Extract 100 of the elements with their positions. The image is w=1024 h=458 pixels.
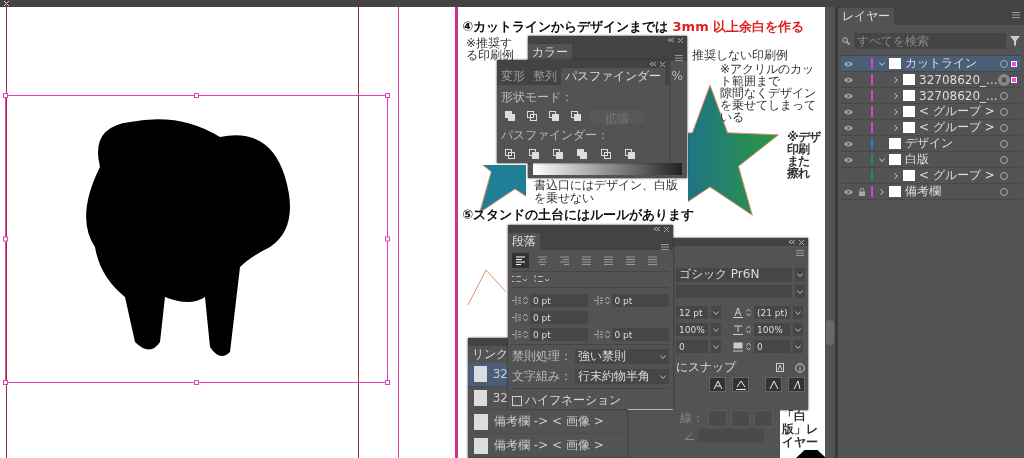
chevron-down-icon[interactable] [879,60,885,67]
close-icon[interactable] [660,61,665,67]
chevron-right-icon[interactable] [893,124,899,131]
hyphenation-checkbox[interactable]: ハイフネーション [508,392,673,409]
layers-tab[interactable]: レイヤー [838,8,894,25]
close-icon[interactable] [799,239,804,245]
collapse-icon[interactable] [654,227,660,231]
chevron-down-icon[interactable] [795,344,801,349]
scrollbar-thumb[interactable] [826,320,834,345]
horizontal-scale-field[interactable]: 100% [754,323,790,336]
stepper-icon[interactable] [746,308,751,317]
layer-thumbnail [903,90,915,101]
stepper-icon[interactable] [523,330,528,339]
stepper-icon[interactable] [746,342,751,351]
chevron-down-icon[interactable] [879,156,885,163]
chevron-down-icon[interactable] [713,344,719,349]
mojikumi-dropdown[interactable]: 行末約物半角 [575,369,669,384]
layer-row[interactable]: 白版 [841,152,1021,168]
menu-icon[interactable] [796,250,804,256]
link-row[interactable]: 32 [468,362,508,387]
chevron-down-icon[interactable] [795,327,801,332]
chevron-right-icon[interactable] [893,76,899,83]
link-row[interactable]: 32 [468,386,508,411]
chevron-right-icon[interactable] [893,172,899,179]
chevron-down-icon[interactable] [660,354,666,359]
eye-icon[interactable] [843,140,853,147]
eye-icon[interactable] [843,188,853,195]
angle-icon [685,431,694,440]
chevron-right-icon[interactable] [879,188,885,195]
align-lines-icon [582,256,591,265]
close-icon[interactable] [4,1,9,6]
menu-icon[interactable] [675,55,683,61]
caption: ※推奨する印刷例 [466,37,515,61]
close-icon[interactable] [678,37,683,43]
layer-row[interactable]: < グループ > [841,120,1021,136]
lock-icon[interactable] [859,187,865,196]
stepper-icon[interactable] [523,296,528,305]
chevron-right-icon[interactable] [893,92,899,99]
stepper-icon[interactable] [523,313,528,322]
overlapping-squares-icon [505,111,515,121]
snap-glyph-button[interactable] [709,377,726,392]
numbering-icon[interactable] [534,275,550,284]
collapse-icon[interactable] [668,38,674,42]
paragraph-field[interactable]: 0 pt [530,328,588,341]
selection-bounding-box[interactable] [3,93,390,385]
paragraph-field[interactable]: 0 pt [530,294,588,307]
paragraph-field[interactable]: 0 pt [611,294,669,307]
chevron-down-icon[interactable] [660,374,666,379]
indent-icon [512,296,521,305]
snap-edge-button[interactable] [765,377,782,392]
layer-row[interactable]: 備考欄 [841,184,1021,200]
collapse-icon[interactable] [650,62,656,66]
target-circle-icon[interactable] [1000,75,1008,84]
link-row[interactable]: 備考欄 -> < 画像 > [468,434,627,458]
tracking-field[interactable]: 0 [754,340,790,353]
menu-icon[interactable] [1012,12,1020,18]
menu-icon[interactable] [661,244,669,250]
eye-icon[interactable] [843,92,853,99]
stepper-icon[interactable] [604,296,610,305]
eye-icon[interactable] [843,156,853,163]
layer-row[interactable]: 32708620_... [841,72,1021,88]
eye-icon[interactable] [843,124,853,131]
eye-icon[interactable] [843,108,853,115]
align-button[interactable] [512,253,529,268]
paragraph-field[interactable]: 0 pt [530,311,588,324]
link-row[interactable]: 備考欄 -> < 画像 > [468,410,627,435]
paragraph-field[interactable]: 0 pt [611,328,669,341]
close-icon[interactable] [664,226,669,232]
paragraph-tab[interactable]: 段落 [508,233,540,250]
color-spectrum-bar[interactable] [533,163,682,175]
chevron-down-icon[interactable] [797,289,803,294]
panel-tab[interactable]: パスファインダー [561,68,665,85]
search-field[interactable]: すべてを検索 [854,33,1006,49]
glyph-icon[interactable] [776,362,787,373]
stepper-icon[interactable] [746,325,751,334]
eye-icon[interactable] [843,60,853,67]
snap-baseline-button[interactable] [732,377,749,392]
info-icon[interactable] [795,362,805,373]
chevron-down-icon[interactable] [795,310,801,315]
kinsoku-dropdown[interactable]: 強い禁則 [575,349,669,364]
stepper-icon[interactable] [604,330,610,339]
font-size-field[interactable]: 12 pt [676,306,708,319]
filter-icon[interactable] [1010,36,1020,46]
layer-row[interactable]: 32708620_... [841,88,1021,104]
kerning-field[interactable]: 0 [676,340,708,353]
chevron-down-icon[interactable] [713,327,719,332]
layer-row[interactable]: カットライン [841,56,1021,72]
bullets-icon[interactable] [512,275,528,284]
font-family-field[interactable]: ゴシック Pr6N [676,267,792,282]
chevron-right-icon[interactable] [893,108,899,115]
layer-row[interactable]: < グループ > [841,104,1021,120]
eye-icon[interactable] [843,76,853,83]
chevron-down-icon[interactable] [797,272,803,277]
vertical-scale-field[interactable]: 100% [676,323,708,336]
layer-row[interactable]: < グループ > [841,168,1021,184]
leading-field[interactable]: (21 pt) [754,306,790,319]
chevron-down-icon[interactable] [713,310,719,315]
layer-row[interactable]: デザイン [841,136,1021,152]
collapse-icon[interactable] [789,240,795,244]
snap-italic-button[interactable] [788,377,805,392]
